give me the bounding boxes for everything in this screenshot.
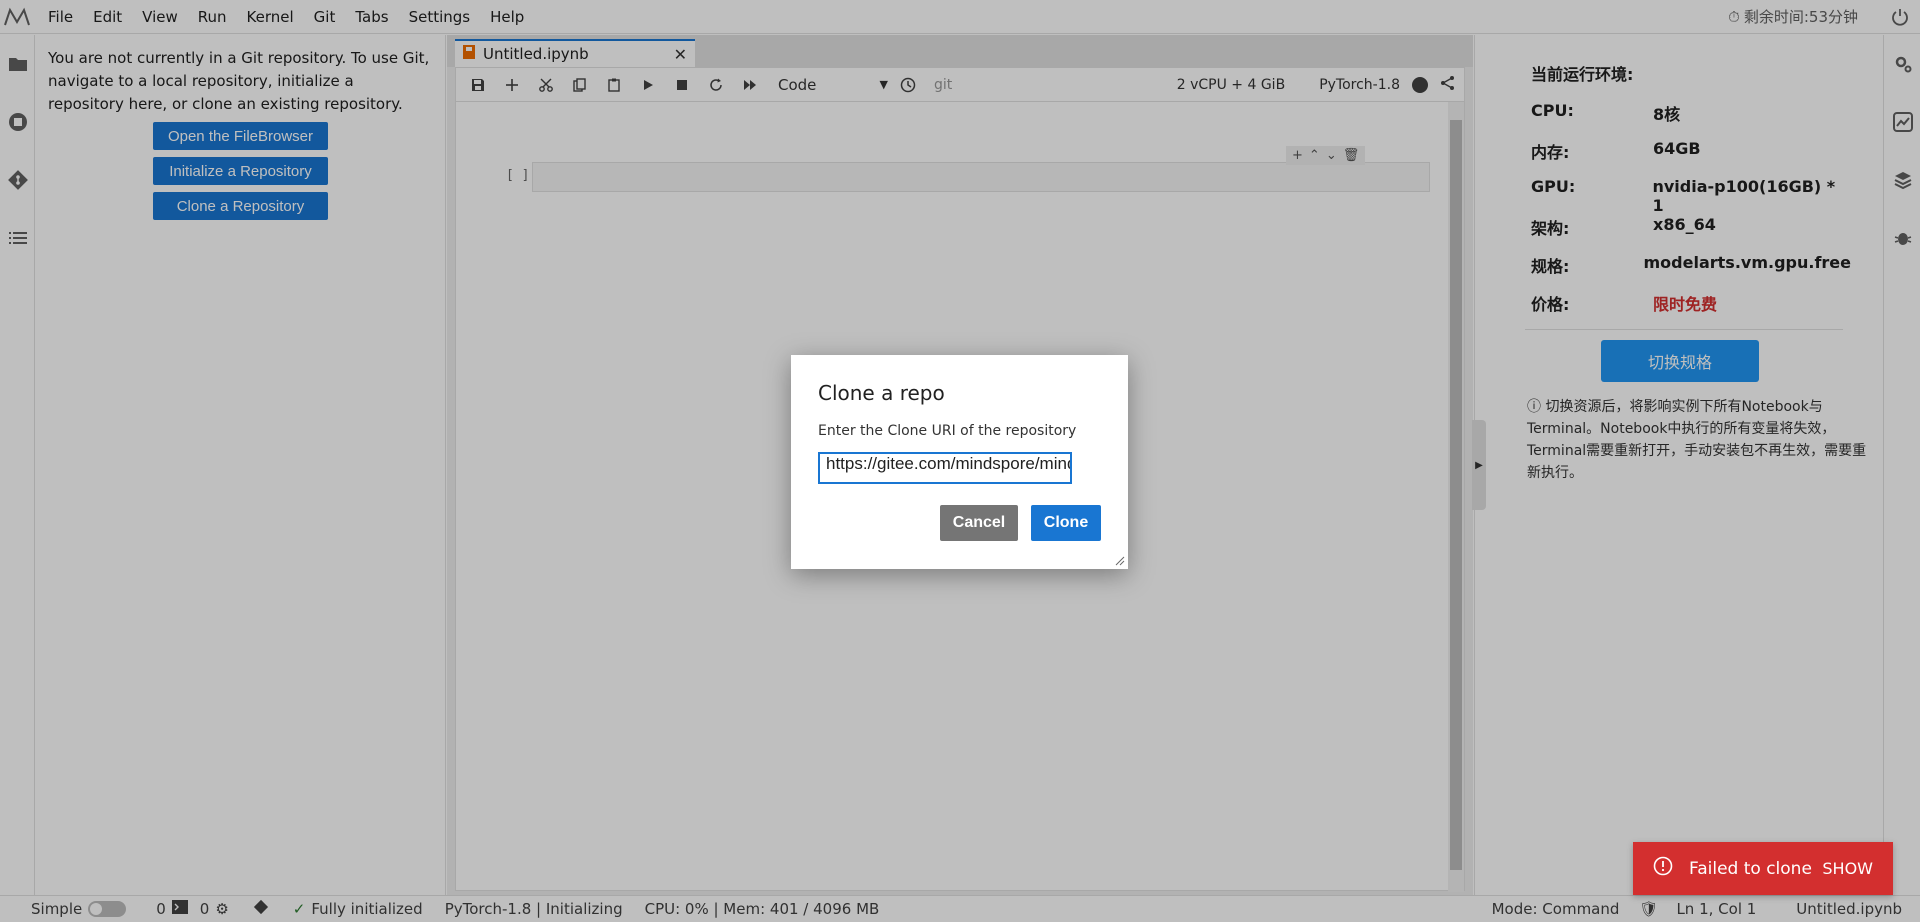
cancel-button[interactable]: Cancel [940, 505, 1018, 541]
clone-repo-dialog: Clone a repo Enter the Clone URI of the … [791, 355, 1128, 569]
error-icon [1653, 856, 1673, 881]
clone-uri-input[interactable]: https://gitee.com/mindspore/mindspore [818, 452, 1072, 484]
toast-message: Failed to clone [1689, 858, 1812, 879]
resize-grip-icon[interactable] [1115, 556, 1125, 566]
dialog-title: Clone a repo [818, 381, 945, 405]
dialog-buttons: Cancel Clone [940, 505, 1101, 541]
clone-button[interactable]: Clone [1031, 505, 1101, 541]
dialog-label: Enter the Clone URI of the repository [818, 423, 1077, 439]
toast-show-button[interactable]: SHOW [1822, 859, 1873, 878]
error-toast: Failed to clone SHOW [1633, 842, 1893, 895]
